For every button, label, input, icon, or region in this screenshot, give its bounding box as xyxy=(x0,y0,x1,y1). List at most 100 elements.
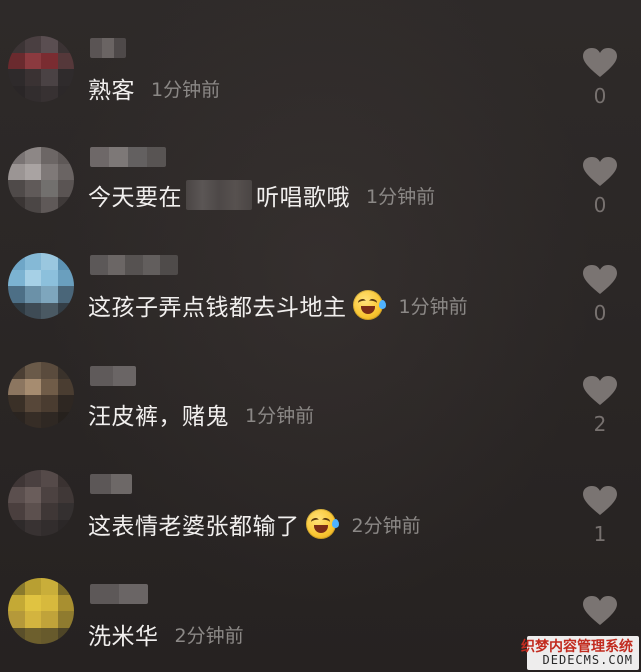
mosaic-tile xyxy=(8,411,25,428)
username-mosaic-tile xyxy=(90,584,119,604)
username-blurred[interactable] xyxy=(90,38,126,58)
mosaic-tile xyxy=(41,163,58,180)
comment-text: 这孩子弄点钱都去斗地主 xyxy=(88,295,347,321)
username-mosaic-tile xyxy=(109,147,128,167)
username-mosaic-tile xyxy=(107,255,126,275)
like-control[interactable]: 2 xyxy=(580,376,620,436)
like-count: 0 xyxy=(593,301,607,325)
avatar[interactable] xyxy=(8,578,74,644)
avatar-mosaic xyxy=(8,362,74,428)
mosaic-tile xyxy=(57,69,74,86)
comment-body: 汪皮裤，赌鬼 1分钟前 xyxy=(88,396,314,432)
mosaic-tile xyxy=(8,627,25,644)
mosaic-tile xyxy=(41,627,58,644)
comment-body: 这孩子弄点钱都去斗地主 1分钟前 xyxy=(88,287,468,323)
heart-icon[interactable] xyxy=(583,265,617,295)
mosaic-tile xyxy=(41,286,58,303)
mosaic-tile xyxy=(8,470,25,487)
mosaic-tile xyxy=(24,378,41,395)
username-mosaic-tile xyxy=(128,147,147,167)
like-control[interactable]: 0 xyxy=(580,157,620,217)
mosaic-tile xyxy=(41,411,58,428)
avatar[interactable] xyxy=(8,36,74,102)
heart-icon[interactable] xyxy=(583,48,617,78)
mosaic-tile xyxy=(41,594,58,611)
laughing-tears-emoji-icon xyxy=(305,509,339,539)
mosaic-tile xyxy=(8,286,25,303)
comment-text: 汪皮裤，赌鬼 xyxy=(88,404,229,430)
mosaic-tile xyxy=(8,503,25,520)
mosaic-tile xyxy=(57,302,74,319)
mosaic-tile xyxy=(41,470,58,487)
heart-icon[interactable] xyxy=(583,486,617,516)
like-control[interactable] xyxy=(580,596,620,626)
heart-icon[interactable] xyxy=(583,157,617,187)
like-control[interactable]: 1 xyxy=(580,486,620,546)
username-blurred[interactable] xyxy=(90,474,132,494)
mosaic-tile xyxy=(41,503,58,520)
mosaic-tile xyxy=(8,69,25,86)
avatar[interactable] xyxy=(8,362,74,428)
mosaic-tile xyxy=(8,85,25,102)
comment-text: 洗米华 xyxy=(88,624,159,650)
mosaic-tile xyxy=(57,378,74,395)
mosaic-tile xyxy=(8,519,25,536)
mosaic-tile xyxy=(24,269,41,286)
comment-body: 洗米华 2分钟前 xyxy=(88,616,244,652)
mosaic-tile xyxy=(57,486,74,503)
comment-item: 汪皮裤，赌鬼 1分钟前 2 xyxy=(0,344,641,452)
avatar[interactable] xyxy=(8,253,74,319)
mosaic-tile xyxy=(8,36,25,53)
mosaic-tile xyxy=(41,147,58,164)
mosaic-tile xyxy=(8,362,25,379)
comment-text-end: 听唱歌哦 xyxy=(256,185,350,211)
mosaic-tile xyxy=(57,147,74,164)
mosaic-tile xyxy=(57,578,74,595)
username-blurred[interactable] xyxy=(90,147,166,167)
username-blurred[interactable] xyxy=(90,584,148,604)
mosaic-tile xyxy=(41,362,58,379)
mosaic-tile xyxy=(41,196,58,213)
comment-text: 熟客 xyxy=(88,78,135,104)
mosaic-tile xyxy=(41,486,58,503)
mosaic-tile xyxy=(57,411,74,428)
like-control[interactable]: 0 xyxy=(580,48,620,108)
avatar[interactable] xyxy=(8,470,74,536)
mosaic-tile xyxy=(24,85,41,102)
username-mosaic-tile xyxy=(90,255,108,275)
mosaic-tile xyxy=(41,180,58,197)
like-control[interactable]: 0 xyxy=(580,265,620,325)
mosaic-tile xyxy=(24,611,41,628)
mosaic-tile xyxy=(24,180,41,197)
like-count: 0 xyxy=(593,193,607,217)
mosaic-tile xyxy=(41,36,58,53)
mosaic-tile xyxy=(41,395,58,412)
username-blurred[interactable] xyxy=(90,366,136,386)
mosaic-tile xyxy=(24,411,41,428)
mosaic-tile xyxy=(57,253,74,270)
mosaic-tile xyxy=(8,611,25,628)
mosaic-tile xyxy=(8,578,25,595)
mosaic-tile xyxy=(57,286,74,303)
comment-time: 1分钟前 xyxy=(151,78,221,101)
comment-time: 1分钟前 xyxy=(398,295,468,318)
username-mosaic-tile xyxy=(119,584,148,604)
avatar-mosaic xyxy=(8,36,74,102)
comment-item: 熟客 1分钟前 0 xyxy=(0,18,641,126)
mosaic-tile xyxy=(24,594,41,611)
like-count: 1 xyxy=(593,522,607,546)
mosaic-tile xyxy=(57,52,74,69)
heart-icon[interactable] xyxy=(583,376,617,406)
mosaic-tile xyxy=(57,627,74,644)
avatar[interactable] xyxy=(8,147,74,213)
username-mosaic-tile xyxy=(142,255,161,275)
username-blurred[interactable] xyxy=(90,255,178,275)
mosaic-tile xyxy=(57,85,74,102)
mosaic-tile xyxy=(8,378,25,395)
heart-icon[interactable] xyxy=(583,596,617,626)
username-mosaic-tile xyxy=(114,38,126,58)
mosaic-tile xyxy=(57,362,74,379)
mosaic-tile xyxy=(41,578,58,595)
mosaic-tile xyxy=(57,470,74,487)
mosaic-tile xyxy=(57,519,74,536)
